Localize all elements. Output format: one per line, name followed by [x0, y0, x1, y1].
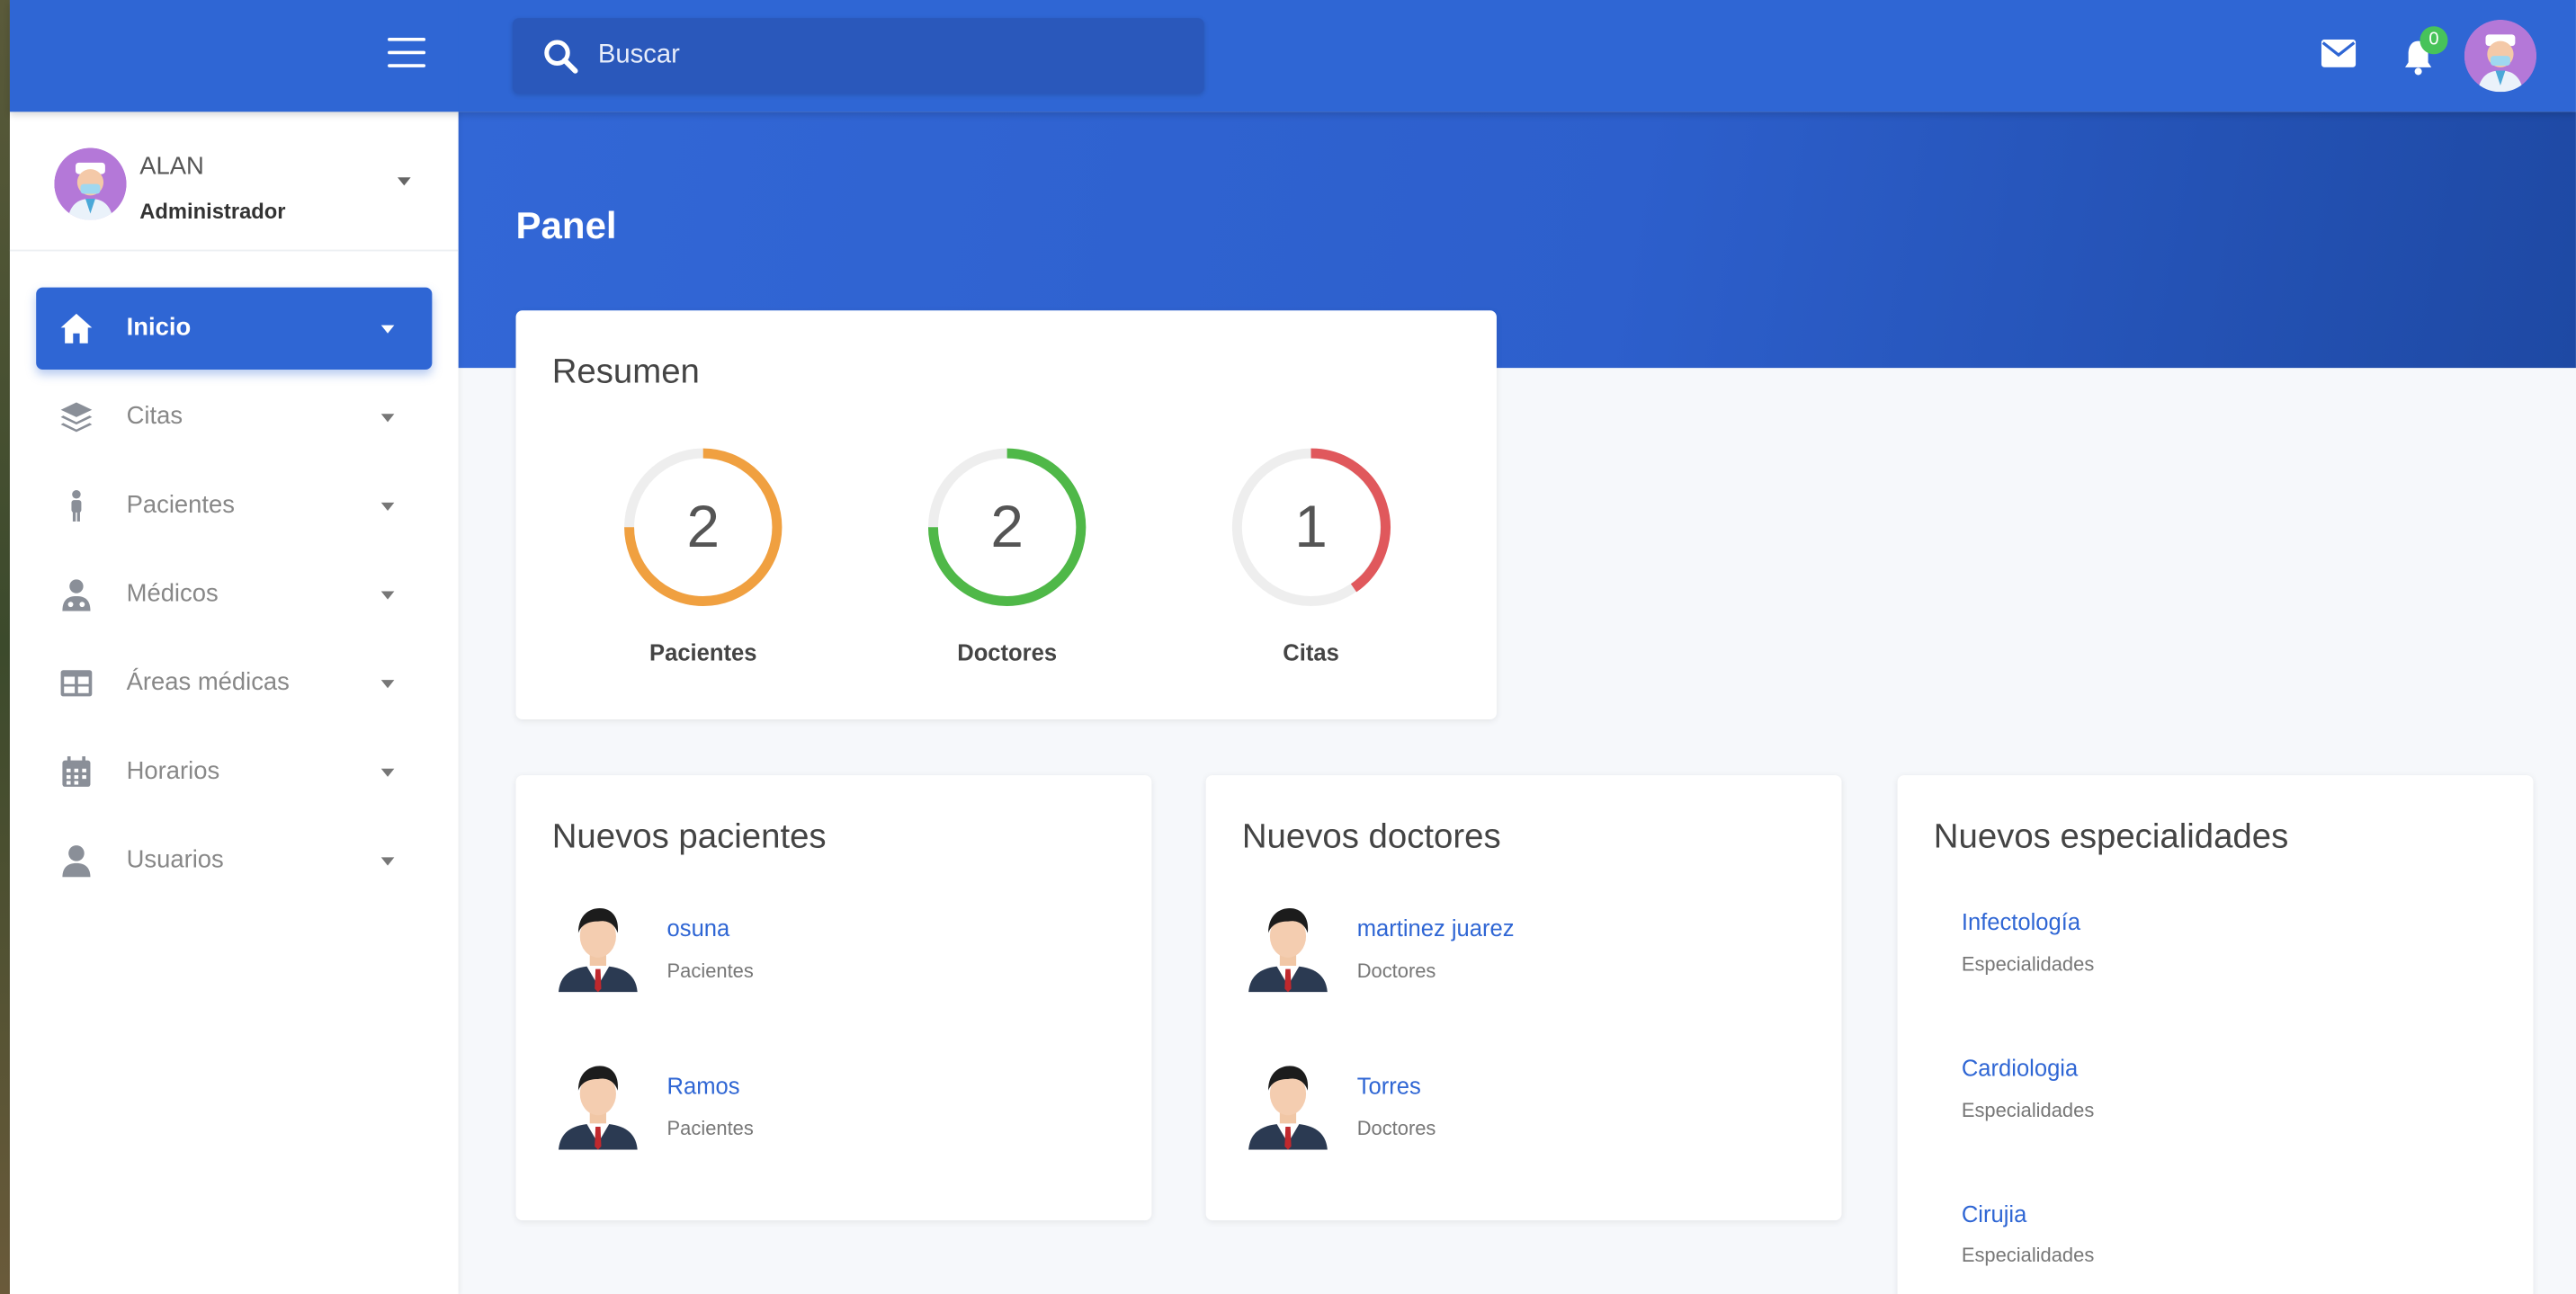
card-title: Resumen [551, 353, 700, 391]
card-title: Nuevos pacientes [551, 817, 827, 856]
specialty-name-link[interactable]: Cirujia [1962, 1200, 2026, 1227]
doctor-avatar [1242, 900, 1334, 993]
stat-gauge-pacientes: 2 [621, 445, 785, 610]
chevron-down-icon [380, 414, 395, 423]
search-input[interactable] [597, 18, 1190, 94]
user-avatar [54, 147, 127, 220]
new-specialties-card: Nuevos especialidades Infectología Espec… [1897, 775, 2534, 1294]
search-icon [544, 40, 578, 74]
user-role: Administrador [139, 199, 286, 224]
layers-icon [60, 402, 93, 433]
stat-value: 2 [686, 492, 720, 560]
sidebar-item-usuarios[interactable]: Usuarios [36, 819, 432, 901]
doctor-avatar [1242, 1058, 1334, 1150]
specialty-type: Especialidades [1961, 1098, 2095, 1122]
patient-name-link[interactable]: osuna [667, 915, 730, 941]
sidebar-item-pacientes[interactable]: Pacientes [36, 465, 432, 547]
specialty-name-link[interactable]: Infectología [1962, 908, 2080, 934]
sidebar: ALAN Administrador Inicio Citas Paciente… [9, 112, 459, 1294]
sidebar-item-label: Inicio [126, 313, 192, 342]
desktop-edge [0, 0, 10, 1294]
sidebar-item-label: Pacientes [126, 491, 235, 520]
home-icon [60, 313, 93, 344]
user-panel[interactable]: ALAN Administrador [9, 112, 459, 252]
person-icon [71, 490, 82, 522]
sidebar-item-label: Médicos [126, 579, 219, 608]
specialty-type: Especialidades [1961, 952, 2095, 976]
app-root: 0 ALAN Administrador Inicio Citas Pacien… [0, 0, 2576, 1294]
stat-label: Citas [1283, 638, 1339, 665]
sidebar-item-horarios[interactable]: Horarios [36, 731, 432, 813]
avatar[interactable] [2464, 19, 2537, 93]
card-title: Nuevos especialidades [1933, 817, 2289, 856]
patient-type: Pacientes [666, 959, 754, 983]
patient-avatar [552, 1058, 644, 1150]
sidebar-item-label: Usuarios [126, 845, 224, 874]
search-box[interactable] [512, 18, 1204, 94]
doctor-type: Doctores [1356, 959, 1436, 983]
menu-icon[interactable] [388, 38, 426, 71]
stat-gauge-citas: 1 [1229, 445, 1393, 610]
user-icon [62, 845, 91, 878]
sidebar-item-citas[interactable]: Citas [36, 376, 432, 458]
chevron-down-icon [380, 502, 395, 512]
patient-type: Pacientes [666, 1117, 754, 1140]
sidebar-item-label: Citas [126, 402, 183, 431]
stat-label: Doctores [957, 638, 1058, 665]
sidebar-item-label: Áreas médicas [126, 668, 290, 697]
doctor-name-link[interactable]: Torres [1357, 1073, 1421, 1099]
calendar-icon [62, 756, 91, 787]
specialty-name-link[interactable]: Cardiologia [1962, 1055, 2078, 1081]
new-doctors-card: Nuevos doctores martinez juarez Doctores… [1205, 775, 1842, 1221]
chevron-down-icon [380, 857, 395, 866]
sidebar-item-label: Horarios [126, 757, 220, 786]
sidebar-item-medicos[interactable]: Médicos [36, 554, 432, 636]
chevron-down-icon [380, 768, 395, 777]
stat-value: 1 [1294, 492, 1328, 560]
stat-value: 2 [990, 492, 1024, 560]
patient-avatar [552, 900, 644, 993]
user-name: ALAN [139, 152, 204, 181]
stat-gauge-doctores: 2 [925, 445, 1089, 610]
chevron-down-icon[interactable] [398, 177, 411, 186]
new-patients-card: Nuevos pacientes osuna Pacientes Ramos P… [515, 775, 1152, 1221]
summary-card: Resumen 2 Pacientes 2 Doctores 1 Citas [515, 310, 1497, 720]
specialty-type: Especialidades [1961, 1243, 2095, 1267]
envelope-icon[interactable] [2321, 39, 2357, 67]
table-icon [60, 670, 93, 697]
chevron-down-icon [380, 680, 395, 689]
brand-area [9, 0, 459, 112]
sidebar-item-inicio[interactable]: Inicio [36, 287, 433, 370]
top-bar: 0 [9, 0, 2576, 112]
doctor-name-link[interactable]: martinez juarez [1357, 915, 1515, 941]
patient-name-link[interactable]: Ramos [667, 1073, 740, 1099]
stat-label: Pacientes [649, 638, 757, 665]
chevron-down-icon [380, 325, 395, 334]
doctor-type: Doctores [1356, 1117, 1436, 1140]
page-title: Panel [515, 203, 617, 246]
doctor-icon [62, 579, 91, 611]
chevron-down-icon [380, 591, 395, 600]
card-title: Nuevos doctores [1241, 817, 1501, 856]
sidebar-item-areas-medicas[interactable]: Áreas médicas [36, 642, 432, 724]
notification-badge: 0 [2419, 26, 2448, 55]
